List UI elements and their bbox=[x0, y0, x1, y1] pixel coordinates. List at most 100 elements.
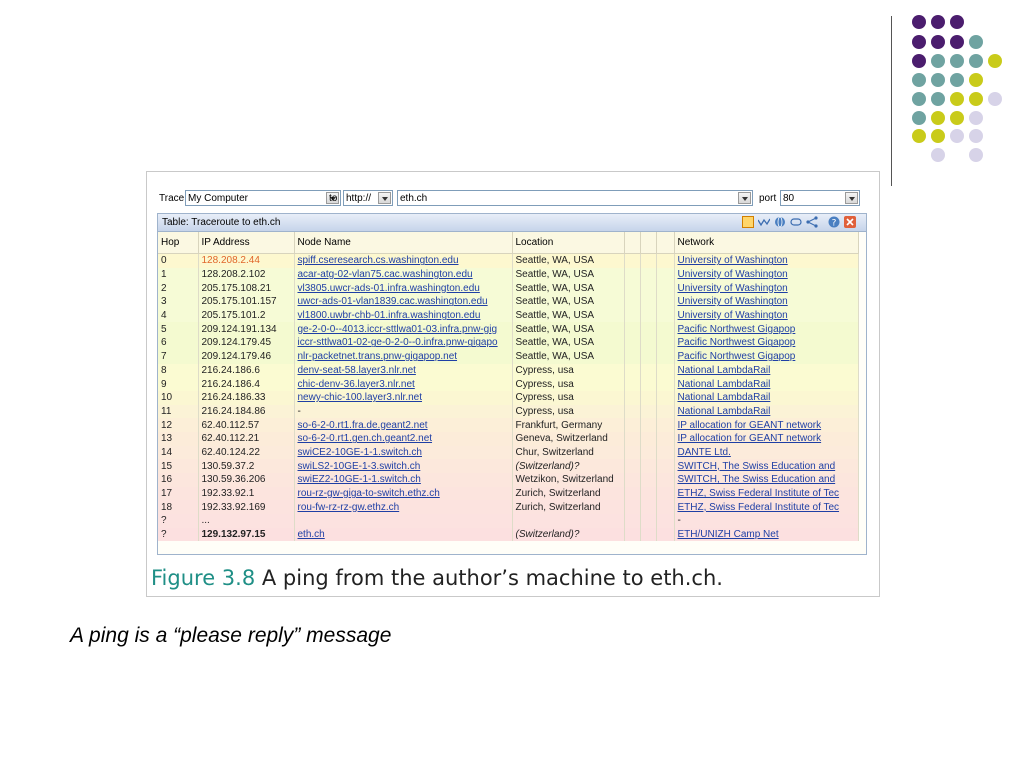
table-row[interactable]: 18 192.33.92.169 rou-fw-rz-rz-gw.ethz.ch Zu… bbox=[158, 500, 859, 515]
cell-node[interactable]: nlr-packetnet.trans.pnw-gigapop.net bbox=[294, 349, 513, 364]
column-header[interactable] bbox=[624, 232, 641, 254]
decorative-dot bbox=[931, 148, 945, 162]
cell-node[interactable]: rou-rz-gw-giga-to-switch.ethz.ch bbox=[294, 486, 513, 501]
host-input[interactable]: eth.ch bbox=[397, 190, 753, 206]
graph-view-icon[interactable] bbox=[758, 216, 770, 228]
table-row[interactable]: 8 216.24.186.6 denv-seat-58.layer3.nlr.net… bbox=[158, 363, 859, 378]
table-row[interactable]: ?... - bbox=[158, 514, 859, 528]
cell-node[interactable]: uwcr-ads-01-vlan1839.cac.washington.edu bbox=[294, 295, 513, 309]
cell-network[interactable]: Pacific Northwest Gigapop bbox=[674, 336, 859, 350]
table-row[interactable]: 2 205.175.108.21 vl3805.uwcr-ads-01.infra.… bbox=[158, 281, 859, 296]
protocol-select[interactable]: http:// bbox=[343, 190, 393, 206]
cell-network[interactable]: National LambdaRail bbox=[674, 404, 859, 419]
cell-empty bbox=[640, 390, 657, 405]
share-icon[interactable] bbox=[806, 216, 818, 228]
table-row[interactable]: 13 62.40.112.21 so-6-2-0.rt1.gen.ch.geant2… bbox=[158, 431, 859, 446]
cell-empty bbox=[656, 404, 675, 419]
table-row[interactable]: 11 216.24.184.86- Cypress, usa National Lam… bbox=[158, 404, 859, 419]
cell-node[interactable]: swiEZ2-10GE-1-1.switch.ch bbox=[294, 473, 513, 487]
cell-network[interactable]: University of Washington bbox=[674, 281, 859, 296]
cell-hop: 7 bbox=[158, 349, 199, 364]
cell-node[interactable]: iccr-sttlwa01-02-ge-0-2-0--0.infra.pnw-g… bbox=[294, 336, 513, 350]
cell-network[interactable]: SWITCH, The Swiss Education and bbox=[674, 459, 859, 473]
table-row[interactable]: 10 216.24.186.33 newy-chic-100.layer3.nlr.… bbox=[158, 390, 859, 405]
cell-node[interactable]: acar-atg-02-vlan75.cac.washington.edu bbox=[294, 267, 513, 282]
cell-hop: 5 bbox=[158, 322, 199, 337]
cell-ip: 128.208.2.102 bbox=[198, 267, 295, 282]
column-header[interactable]: Network bbox=[674, 232, 859, 254]
cell-network[interactable]: University of Washington bbox=[674, 308, 859, 323]
cell-node[interactable]: vl1800.uwbr-chb-01.infra.washington.edu bbox=[294, 308, 513, 323]
table-row[interactable]: 1 128.208.2.102 acar-atg-02-vlan75.cac.was… bbox=[158, 267, 859, 282]
cell-empty bbox=[640, 253, 657, 268]
table-row[interactable]: 4 205.175.101.2 vl1800.uwbr-chb-01.infra.w… bbox=[158, 308, 859, 323]
cell-node[interactable]: so-6-2-0.rt1.fra.de.geant2.net bbox=[294, 418, 513, 432]
column-header[interactable]: Location bbox=[512, 232, 625, 254]
cell-network[interactable]: National LambdaRail bbox=[674, 363, 859, 378]
chevron-down-icon[interactable] bbox=[738, 192, 751, 204]
table-row[interactable]: 7 209.124.179.46 nlr-packetnet.trans.pnw-g… bbox=[158, 349, 859, 364]
table-row[interactable]: ? 129.132.97.15 eth.ch (Switzerland)? ETH/UN… bbox=[158, 527, 859, 542]
port-select[interactable]: 80 bbox=[780, 190, 860, 206]
cell-network[interactable]: ETHZ, Swiss Federal Institute of Tec bbox=[674, 500, 859, 515]
cell-location: Wetzikon, Switzerland bbox=[512, 473, 625, 487]
table-row[interactable]: 0 128.208.2.44 spiff.cseresearch.cs.washin… bbox=[158, 253, 859, 268]
table-view-icon[interactable] bbox=[742, 216, 754, 228]
chevron-down-icon[interactable] bbox=[378, 192, 391, 204]
globe-icon[interactable] bbox=[774, 216, 786, 228]
source-select[interactable]: My Computer bbox=[185, 190, 341, 206]
table-row[interactable]: 6 209.124.179.45 iccr-sttlwa01-02-ge-0-2-0… bbox=[158, 336, 859, 350]
cell-empty bbox=[624, 445, 641, 460]
cell-location: Seattle, WA, USA bbox=[512, 267, 625, 282]
decorative-dot bbox=[969, 129, 983, 143]
cell-network[interactable]: IP allocation for GEANT network bbox=[674, 418, 859, 432]
cell-node[interactable]: spiff.cseresearch.cs.washington.edu bbox=[294, 253, 513, 268]
cell-network[interactable]: ETH/UNIZH Camp Net bbox=[674, 527, 859, 542]
cell-network[interactable]: University of Washington bbox=[674, 267, 859, 282]
cell-node[interactable]: vl3805.uwcr-ads-01.infra.washington.edu bbox=[294, 281, 513, 296]
cell-network[interactable]: National LambdaRail bbox=[674, 390, 859, 405]
cell-node[interactable]: swiLS2-10GE-1-3.switch.ch bbox=[294, 459, 513, 473]
cell-network[interactable]: National LambdaRail bbox=[674, 377, 859, 391]
close-icon[interactable] bbox=[844, 216, 856, 228]
cell-node[interactable]: newy-chic-100.layer3.nlr.net bbox=[294, 390, 513, 405]
cell-hop: 11 bbox=[158, 404, 199, 419]
cell-node[interactable]: chic-denv-36.layer3.nlr.net bbox=[294, 377, 513, 391]
column-header[interactable]: IP Address bbox=[198, 232, 295, 254]
map-icon[interactable] bbox=[790, 216, 802, 228]
cell-node[interactable]: ge-2-0-0--4013.iccr-sttlwa01-03.infra.pn… bbox=[294, 322, 513, 337]
cell-network[interactable]: University of Washington bbox=[674, 295, 859, 309]
column-header[interactable]: Node Name bbox=[294, 232, 513, 254]
table-row[interactable]: 9 216.24.186.4 chic-denv-36.layer3.nlr.net… bbox=[158, 377, 859, 391]
table-row[interactable]: 15 130.59.37.2 swiLS2-10GE-1-3.switch.ch (S… bbox=[158, 459, 859, 473]
cell-node[interactable]: eth.ch bbox=[294, 527, 513, 542]
cell-network[interactable]: IP allocation for GEANT network bbox=[674, 431, 859, 446]
cell-hop: 12 bbox=[158, 418, 199, 432]
table-row[interactable]: 12 62.40.112.57 so-6-2-0.rt1.fra.de.geant2… bbox=[158, 418, 859, 432]
cell-node[interactable]: so-6-2-0.rt1.gen.ch.geant2.net bbox=[294, 431, 513, 446]
cell-network[interactable]: ETHZ, Swiss Federal Institute of Tec bbox=[674, 486, 859, 501]
table-row[interactable]: 5 209.124.191.134 ge-2-0-0--4013.iccr-sttl… bbox=[158, 322, 859, 337]
cell-network[interactable]: DANTE Ltd. bbox=[674, 445, 859, 460]
cell-hop: 15 bbox=[158, 459, 199, 473]
cell-node[interactable]: denv-seat-58.layer3.nlr.net bbox=[294, 363, 513, 378]
cell-location: (Switzerland)? bbox=[512, 527, 625, 542]
chevron-down-icon[interactable] bbox=[845, 192, 858, 204]
help-icon[interactable]: ? bbox=[828, 216, 840, 228]
table-row[interactable]: 14 62.40.124.22 swiCE2-10GE-1-1.switch.ch C… bbox=[158, 445, 859, 460]
cell-node[interactable]: swiCE2-10GE-1-1.switch.ch bbox=[294, 445, 513, 460]
table-row[interactable]: 16 130.59.36.206 swiEZ2-10GE-1-1.switch.ch… bbox=[158, 473, 859, 487]
column-header[interactable]: Hop bbox=[158, 232, 199, 254]
cell-network[interactable]: University of Washington bbox=[674, 253, 859, 268]
cell-network[interactable]: Pacific Northwest Gigapop bbox=[674, 349, 859, 364]
cell-node[interactable]: rou-fw-rz-rz-gw.ethz.ch bbox=[294, 500, 513, 515]
table-row[interactable]: 17 192.33.92.1 rou-rz-gw-giga-to-switch.et… bbox=[158, 486, 859, 501]
table-row[interactable]: 3 205.175.101.157 uwcr-ads-01-vlan1839.cac… bbox=[158, 295, 859, 309]
trace-label: Trace bbox=[159, 193, 185, 204]
decorative-dot bbox=[931, 15, 945, 29]
column-header[interactable] bbox=[656, 232, 675, 254]
cell-location: Frankfurt, Germany bbox=[512, 418, 625, 432]
cell-network[interactable]: SWITCH, The Swiss Education and bbox=[674, 473, 859, 487]
cell-network[interactable]: Pacific Northwest Gigapop bbox=[674, 322, 859, 337]
column-header[interactable] bbox=[640, 232, 657, 254]
